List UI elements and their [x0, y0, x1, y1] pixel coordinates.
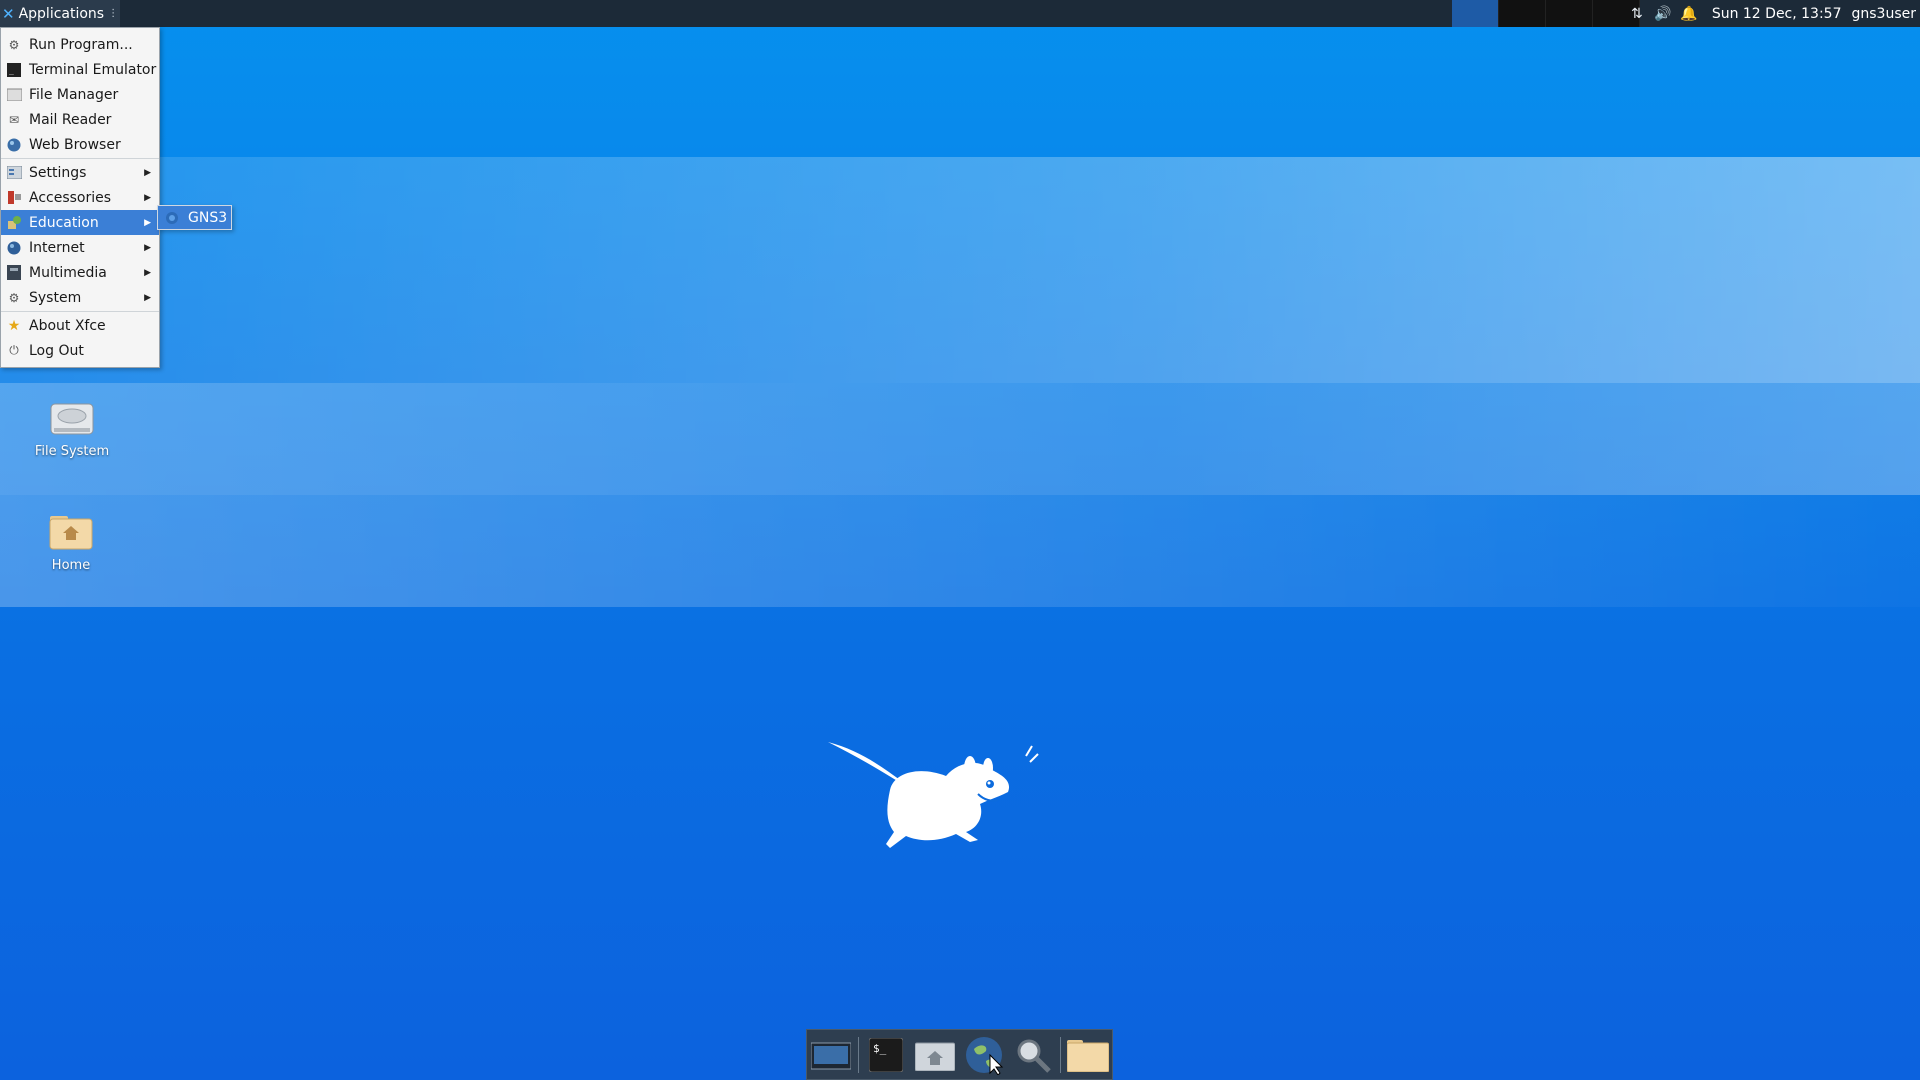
file-manager-icon: [6, 87, 22, 103]
gns3-icon: [164, 210, 180, 226]
power-icon: ⏻: [9, 343, 19, 357]
search-icon: [1017, 1039, 1051, 1073]
user-menu[interactable]: gns3user: [1852, 6, 1917, 22]
panel-handle-icon[interactable]: ⋮: [108, 8, 118, 19]
show-desktop-icon: [811, 1042, 852, 1069]
menu-item-terminal-emulator[interactable]: _ Terminal Emulator: [1, 57, 159, 82]
applications-label: Applications: [18, 5, 105, 22]
terminal-icon: $_: [869, 1037, 904, 1072]
submenu-arrow-icon: ▶: [144, 292, 151, 303]
workspace-2[interactable]: [1499, 0, 1546, 27]
menu-item-file-manager[interactable]: File Manager: [1, 82, 159, 107]
menu-item-system[interactable]: ⚙ System ▶: [1, 285, 159, 310]
submenu-arrow-icon: ▶: [144, 242, 151, 253]
menu-separator: [1, 311, 159, 312]
home-folder-icon: [915, 1042, 956, 1071]
top-panel: ✕ Applications ⋮ ⇅ 🔊 🔔 Sun 12 Dec, 13:57…: [0, 0, 1920, 27]
volume-icon[interactable]: 🔊: [1650, 6, 1676, 22]
menu-item-mail-reader[interactable]: ✉ Mail Reader: [1, 107, 159, 132]
web-browser-icon: [6, 137, 22, 153]
wallpaper-band: [0, 157, 1920, 383]
internet-icon: [6, 240, 22, 256]
applications-menu-button[interactable]: ✕ Applications ⋮: [0, 0, 121, 27]
folder-icon: [1066, 1039, 1109, 1072]
network-icon[interactable]: ⇅: [1624, 6, 1650, 22]
applications-menu: ⚙ Run Program... _ Terminal Emulator Fil…: [0, 27, 160, 368]
dock-search[interactable]: [1011, 1034, 1055, 1076]
web-browser-icon: [965, 1036, 1004, 1075]
dock-separator: [1059, 1036, 1061, 1073]
svg-text:_: _: [9, 66, 14, 75]
dock-terminal[interactable]: $_: [864, 1034, 908, 1076]
notification-bell-icon[interactable]: 🔔: [1676, 6, 1702, 22]
xfce-logo-icon: ✕: [2, 4, 15, 23]
submenu-arrow-icon: ▶: [144, 192, 151, 203]
menu-item-run-program[interactable]: ⚙ Run Program...: [1, 32, 159, 57]
desktop-icon-file-system[interactable]: File System: [12, 398, 132, 459]
menu-item-log-out[interactable]: ⏻ Log Out: [1, 338, 159, 363]
wallpaper-band: [0, 383, 1920, 495]
hard-drive-icon: [48, 398, 96, 438]
terminal-icon: _: [6, 62, 22, 78]
accessories-icon: [6, 190, 22, 206]
workspace-1[interactable]: [1452, 0, 1499, 27]
submenu-arrow-icon: ▶: [144, 167, 151, 178]
menu-item-multimedia[interactable]: Multimedia ▶: [1, 260, 159, 285]
gns3-label: GNS3: [188, 209, 228, 226]
desktop-icon-label: File System: [34, 444, 110, 459]
dock-home-folder[interactable]: [913, 1034, 957, 1076]
system-tray: ⇅ 🔊 🔔 Sun 12 Dec, 13:57 gns3user: [1624, 0, 1920, 27]
menu-item-accessories[interactable]: Accessories ▶: [1, 185, 159, 210]
dock-panel: $_: [806, 1029, 1113, 1080]
education-icon: [6, 215, 22, 231]
workspace-switcher: [1452, 0, 1640, 27]
settings-icon: [6, 165, 22, 181]
run-icon: ⚙: [8, 37, 20, 52]
workspace-3[interactable]: [1546, 0, 1593, 27]
submenu-arrow-icon: ▶: [144, 267, 151, 278]
system-icon: ⚙: [8, 290, 20, 305]
mail-icon: ✉: [8, 112, 20, 127]
desktop-icon-label: Home: [51, 558, 91, 573]
education-submenu-gns3[interactable]: GNS3: [157, 205, 232, 230]
star-icon: ★: [7, 317, 21, 334]
menu-item-education[interactable]: Education ▶: [1, 210, 159, 235]
menu-item-settings[interactable]: Settings ▶: [1, 160, 159, 185]
desktop-icon-home[interactable]: Home: [11, 512, 131, 573]
menu-separator: [1, 158, 159, 159]
menu-item-web-browser[interactable]: Web Browser: [1, 132, 159, 157]
svg-text:$_: $_: [873, 1042, 887, 1055]
dock-separator: [858, 1036, 860, 1073]
dock-show-desktop[interactable]: [809, 1034, 853, 1076]
dock-web-browser[interactable]: [962, 1034, 1006, 1076]
home-folder-icon: [47, 512, 95, 552]
xfce-mouse-logo: [828, 742, 1039, 848]
submenu-arrow-icon: ▶: [144, 217, 151, 228]
wallpaper-band: [0, 495, 1920, 607]
dock-folder[interactable]: [1066, 1034, 1110, 1076]
menu-item-internet[interactable]: Internet ▶: [1, 235, 159, 260]
clock[interactable]: Sun 12 Dec, 13:57: [1712, 6, 1842, 22]
menu-item-about-xfce[interactable]: ★ About Xfce: [1, 313, 159, 338]
multimedia-icon: [6, 265, 22, 281]
